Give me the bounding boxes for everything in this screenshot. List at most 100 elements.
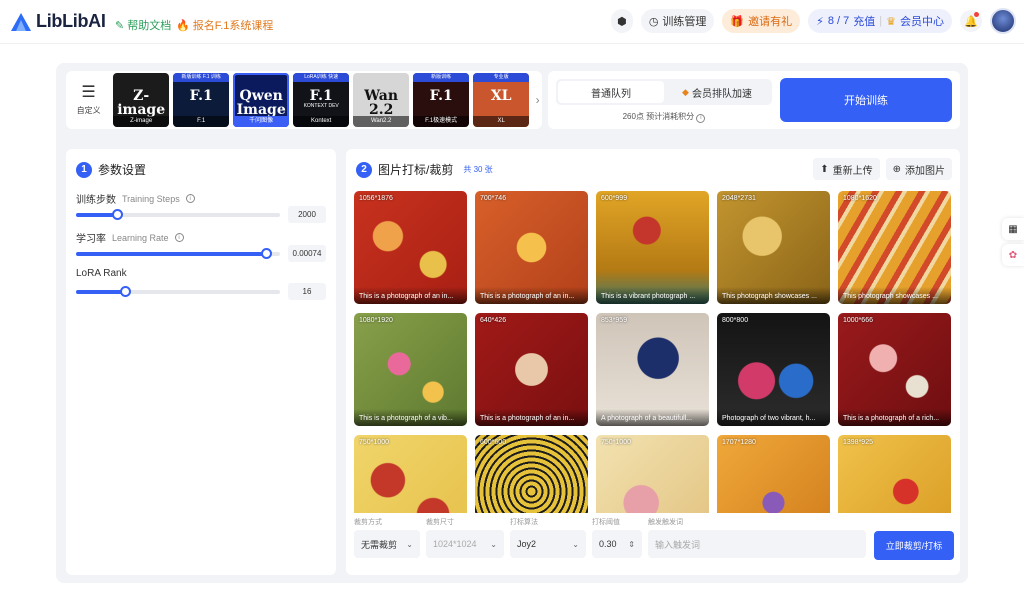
- edit-icon: ✎: [115, 19, 125, 32]
- crop-size-select[interactable]: 1024*1024 ⌄: [426, 530, 504, 558]
- points-recharge-button[interactable]: ⚡ 8 / 7 充值 | ♛ 会员中心: [808, 9, 952, 33]
- cost-estimate: 260点 预计消耗积分 i: [556, 111, 772, 123]
- notification-button[interactable]: 🔔: [960, 10, 982, 32]
- reupload-label: 重新上传: [832, 165, 873, 177]
- queue-tabs: 普通队列 ◆ 会员排队加速: [556, 79, 772, 105]
- image-thumbnail[interactable]: 1080*1620 This photograph showcases ...: [838, 191, 951, 304]
- model-card[interactable]: 专业版 XL XL: [473, 73, 530, 127]
- course-link[interactable]: 🔥 报名F.1系统课程: [176, 17, 273, 33]
- trigger-word-placeholder: 输入触发词: [655, 539, 701, 550]
- image-dimensions: 750*1000: [601, 439, 631, 446]
- custom-label: 自定义: [76, 105, 101, 115]
- clock-icon: ◷: [648, 15, 659, 28]
- member-center-label: 会员中心: [900, 16, 944, 28]
- image-count: 共 30 张: [463, 165, 493, 174]
- info-icon[interactable]: i: [174, 233, 184, 242]
- model-caption: Z-image: [113, 116, 170, 127]
- images-header: 2 图片打标/裁剪 共 30 张: [356, 161, 493, 178]
- trigger-word-input[interactable]: 输入触发词: [648, 530, 866, 558]
- image-thumbnail[interactable]: 600*999 This is a vibrant photograph ...: [596, 191, 709, 304]
- image-thumbnail[interactable]: 800*800 Photograph of two vibrant, h...: [717, 313, 830, 426]
- tag-threshold-stepper[interactable]: 0.30 ⇕: [592, 530, 642, 558]
- qr-code-button[interactable]: ▦: [1002, 218, 1024, 240]
- logo[interactable]: LibLibAI: [10, 11, 106, 32]
- fire-icon: 🔥: [176, 19, 190, 32]
- add-image-button[interactable]: ⊕ 添加图片: [885, 158, 952, 180]
- training-manage-label: 训练管理: [662, 16, 707, 28]
- learning-rate-value[interactable]: 0.00074: [288, 245, 326, 262]
- image-dimensions: 1000*666: [843, 317, 873, 324]
- learning-rate-slider[interactable]: [76, 248, 280, 259]
- image-caption: This is a photograph of an in...: [354, 287, 467, 304]
- model-card[interactable]: Z-image Z-image: [113, 73, 170, 127]
- tab-normal-queue[interactable]: 普通队列: [558, 81, 664, 103]
- start-training-button[interactable]: 开始训练: [780, 78, 952, 122]
- add-image-label: 添加图片: [905, 165, 945, 177]
- image-caption: This photograph showcases ...: [838, 287, 951, 304]
- image-dimensions: 2048*2731: [722, 195, 756, 202]
- learning-rate-param: 学习率 Learning Rate i 0.00074: [76, 230, 326, 262]
- assistant-icon: ✿: [1008, 249, 1018, 261]
- invite-button[interactable]: 🎁 邀请有礼: [722, 9, 801, 33]
- slider-handle[interactable]: [111, 209, 123, 220]
- tagging-controls: 裁剪方式 无需裁剪 ⌄ 裁剪尺寸 1024*1024 ⌄ 打标算法 Joy2 ⌄: [346, 513, 960, 575]
- model-card[interactable]: 新版训练 F.1 训练 F.1 F.1: [173, 73, 230, 127]
- cube-button[interactable]: ⬢: [610, 9, 633, 33]
- lora-rank-value[interactable]: 16: [288, 283, 326, 300]
- apply-crop-tag-button[interactable]: 立即裁剪/打标: [874, 531, 954, 560]
- info-icon[interactable]: i: [696, 113, 706, 123]
- crown-icon: ♛: [886, 15, 896, 28]
- crop-size-control: 裁剪尺寸 1024*1024 ⌄: [426, 517, 504, 558]
- training-steps-slider[interactable]: [76, 209, 280, 220]
- model-card[interactable]: Qwen Image 千问图像: [233, 73, 290, 127]
- crop-mode-select[interactable]: 无需裁剪 ⌄: [354, 530, 420, 558]
- model-badge: 新版训练 F.1 训练: [173, 73, 230, 82]
- slider-fill: [76, 290, 125, 294]
- model-title: Z-image: [117, 88, 166, 118]
- image-caption: Photograph of two vibrant, h...: [717, 409, 830, 426]
- image-thumbnail[interactable]: 700*746 This is a photograph of an in...: [475, 191, 588, 304]
- stepper-arrows-icon[interactable]: ⇕: [628, 540, 635, 549]
- model-title: F.1: [189, 88, 213, 104]
- model-card[interactable]: Wan 2.2 Wan2.2: [353, 73, 410, 127]
- step-number-badge: 2: [356, 161, 372, 178]
- tag-algo-control: 打标算法 Joy2 ⌄: [510, 517, 586, 558]
- image-thumbnail[interactable]: 853*959 A photograph of a beautifull...: [596, 313, 709, 426]
- image-dimensions: 600*600: [480, 439, 507, 446]
- model-caption: F.1: [173, 116, 230, 127]
- tag-algo-label: 打标算法: [510, 519, 538, 526]
- training-manage-button[interactable]: ◷ 训练管理: [640, 9, 715, 33]
- tab-vip-queue[interactable]: ◆ 会员排队加速: [664, 81, 770, 103]
- crop-size-value: 1024*1024: [433, 539, 477, 549]
- help-docs-label: 帮助文档: [127, 20, 172, 32]
- model-card[interactable]: LoRA训练 快速 F.1 KONTEXT DEV Kontext: [293, 73, 350, 127]
- tab-vip-label: 会员排队加速: [691, 88, 752, 100]
- image-thumbnail[interactable]: 1056*1876 This is a photograph of an in..…: [354, 191, 467, 304]
- chevron-down-icon: ⌄: [490, 539, 497, 549]
- image-thumbnail[interactable]: 2048*2731 This photograph showcases ...: [717, 191, 830, 304]
- model-badge: 专业版: [473, 73, 530, 82]
- avatar[interactable]: [990, 8, 1016, 34]
- logo-icon: [10, 12, 32, 32]
- tab-normal-label: 普通队列: [591, 88, 631, 100]
- image-caption: This is a photograph of an in...: [475, 287, 588, 304]
- lora-rank-slider[interactable]: [76, 286, 280, 297]
- assistant-button[interactable]: ✿: [1002, 244, 1024, 266]
- custom-model-button[interactable]: ☰ 自定义: [68, 74, 109, 126]
- chevron-right-icon[interactable]: ›: [533, 93, 542, 107]
- tag-threshold-control: 打标阈值 0.30 ⇕: [592, 517, 642, 558]
- slider-handle[interactable]: [119, 286, 131, 297]
- image-dimensions: 1080*1620: [843, 195, 877, 202]
- tag-algo-select[interactable]: Joy2 ⌄: [510, 530, 586, 558]
- image-thumbnail[interactable]: 1080*1920 This is a photograph of a vib..…: [354, 313, 467, 426]
- image-thumbnail[interactable]: 1000*666 This is a photograph of a rich..…: [838, 313, 951, 426]
- training-steps-value[interactable]: 2000: [288, 206, 326, 223]
- upload-icon: ⬆: [820, 163, 829, 175]
- info-icon[interactable]: i: [185, 194, 195, 203]
- slider-handle[interactable]: [260, 248, 272, 259]
- model-card[interactable]: 新版训练 F.1 F.1极速模式: [413, 73, 470, 127]
- reupload-button[interactable]: ⬆ 重新上传: [813, 158, 880, 180]
- help-docs-link[interactable]: ✎ 帮助文档: [115, 17, 171, 33]
- image-thumbnail[interactable]: 640*426 This is a photograph of an in...: [475, 313, 588, 426]
- image-dimensions: 1056*1876: [359, 195, 393, 202]
